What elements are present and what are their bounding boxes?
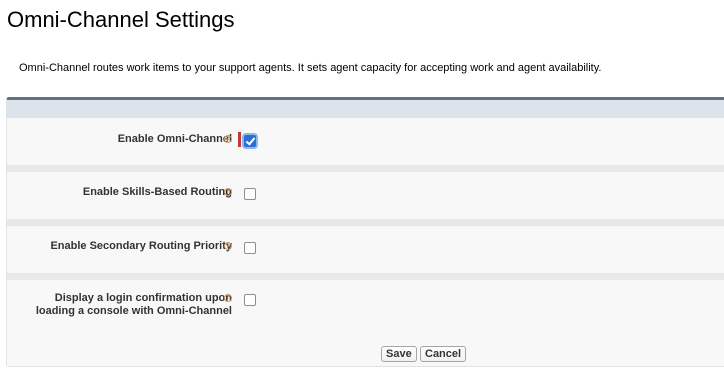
row-divider (7, 165, 724, 172)
settings-panel: Enable Omni-Channel ? Enable Skills-Base… (6, 97, 724, 367)
cancel-button[interactable]: Cancel (420, 346, 467, 362)
setting-label: Enable Skills-Based Routing (82, 186, 232, 198)
setting-label-line1: Display a login confirmation upon (54, 292, 232, 304)
secondary-routing-priority-checkbox[interactable] (244, 242, 256, 254)
setting-label: Enable Secondary Routing Priority (50, 240, 232, 252)
help-icon[interactable]: ? (224, 135, 232, 143)
setting-label: Enable Omni-Channel (117, 133, 232, 145)
setting-row-login-confirmation: Display a login confirmation upon loadin… (7, 280, 724, 336)
setting-row-enable-omni-channel: Enable Omni-Channel ? (7, 118, 724, 165)
page-title: Omni-Channel Settings (7, 7, 235, 32)
help-icon[interactable]: ? (224, 242, 232, 250)
enable-omni-channel-checkbox[interactable] (244, 135, 256, 147)
page-description: Omni-Channel routes work items to your s… (19, 62, 602, 74)
skills-based-routing-checkbox[interactable] (244, 188, 256, 200)
setting-row-skills-based-routing: Enable Skills-Based Routing ? (7, 172, 724, 219)
panel-header (7, 100, 724, 118)
login-confirmation-checkbox[interactable] (244, 294, 256, 306)
setting-row-secondary-routing-priority: Enable Secondary Routing Priority ? (7, 226, 724, 273)
save-button[interactable]: Save (381, 346, 417, 362)
required-indicator (238, 132, 241, 147)
row-divider (7, 273, 724, 280)
help-icon[interactable]: ? (224, 188, 232, 196)
row-divider (7, 219, 724, 226)
help-icon[interactable]: ? (224, 294, 232, 302)
setting-label-line2: loading a console with Omni-Channel (35, 305, 232, 317)
setting-label: Display a login confirmation upon loadin… (36, 292, 232, 318)
